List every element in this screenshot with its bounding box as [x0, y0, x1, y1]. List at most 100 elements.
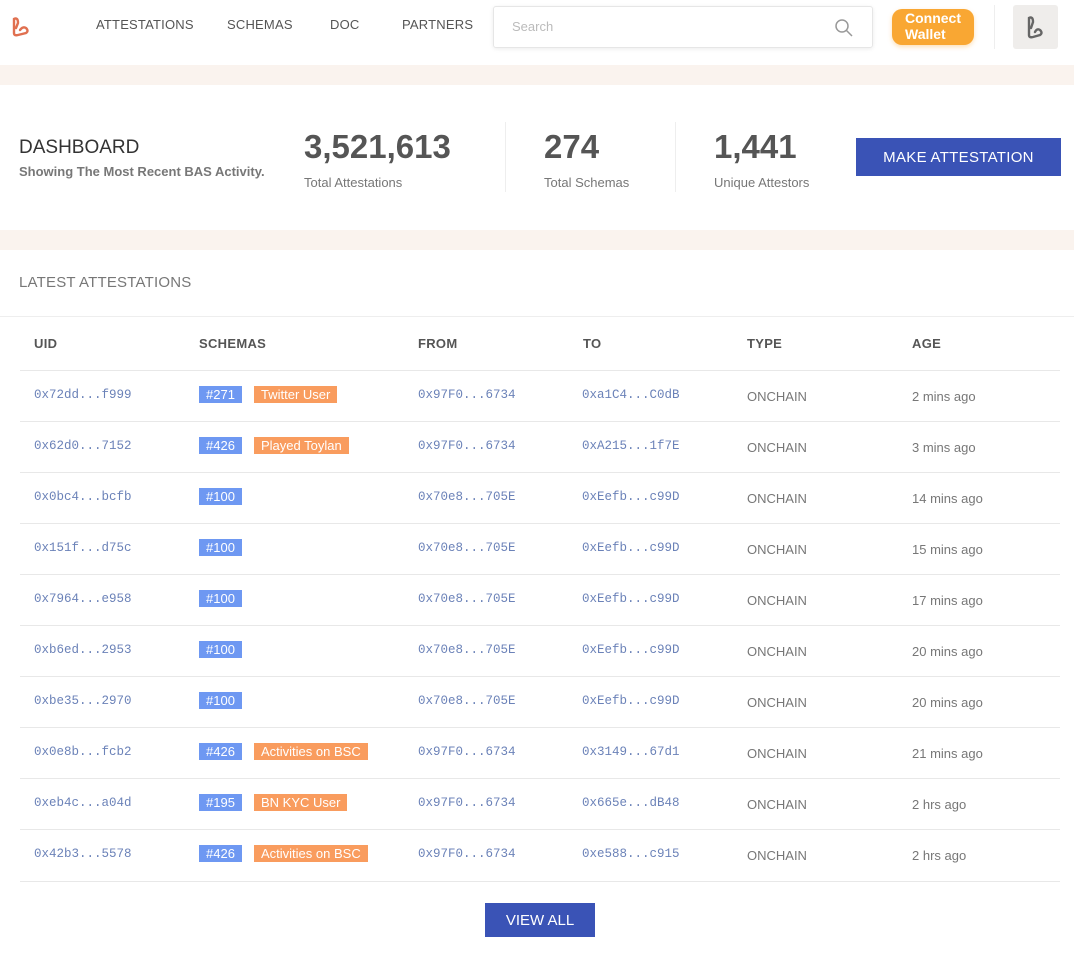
uid-link[interactable]: 0xeb4c...a04d: [34, 796, 132, 810]
uid-link[interactable]: 0x151f...d75c: [34, 541, 132, 555]
from-address-link[interactable]: 0x70e8...705E: [418, 694, 516, 708]
to-address-link[interactable]: 0xEefb...c99D: [582, 592, 680, 606]
to-address-link[interactable]: 0xEefb...c99D: [582, 490, 680, 504]
to-address-link[interactable]: 0xA215...1f7E: [582, 439, 680, 453]
from-address-link[interactable]: 0x97F0...6734: [418, 439, 516, 453]
uid-link[interactable]: 0x42b3...5578: [34, 847, 132, 861]
type-label: ONCHAIN: [747, 695, 807, 710]
schema-name-badge[interactable]: BN KYC User: [254, 794, 348, 811]
table-row: 0x42b3...5578 #426 Activities on BSC 0x97F…: [20, 829, 1060, 880]
from-address-link[interactable]: 0x70e8...705E: [418, 490, 516, 504]
schema-id-badge[interactable]: #100: [199, 488, 242, 505]
nav-schemas[interactable]: SCHEMAS: [227, 17, 293, 32]
column-header-to: TO: [583, 336, 602, 351]
table-row: 0xbe35...2970 #100 0x70e8...705E 0xEefb..…: [20, 676, 1060, 727]
to-address-link[interactable]: 0xEefb...c99D: [582, 643, 680, 657]
stat-label: Total Schemas: [544, 175, 630, 190]
schema-name-badge[interactable]: Activities on BSC: [254, 845, 368, 862]
divider: [505, 122, 506, 192]
make-attestation-button[interactable]: MAKE ATTESTATION: [856, 138, 1061, 176]
uid-link[interactable]: 0xb6ed...2953: [34, 643, 132, 657]
uid-link[interactable]: 0xbe35...2970: [34, 694, 132, 708]
to-address-link[interactable]: 0x665e...dB48: [582, 796, 680, 810]
from-address-link[interactable]: 0x97F0...6734: [418, 388, 516, 402]
uid-link[interactable]: 0x0e8b...fcb2: [34, 745, 132, 759]
stat-label: Unique Attestors: [714, 175, 810, 190]
search-input[interactable]: [512, 19, 812, 34]
schema-name-badge[interactable]: Twitter User: [254, 386, 338, 403]
age-label: 14 mins ago: [912, 491, 983, 506]
divider: [20, 881, 1060, 882]
stat-value: 3,521,613: [304, 128, 451, 165]
column-header-uid: UID: [34, 336, 58, 351]
uid-link[interactable]: 0x62d0...7152: [34, 439, 132, 453]
header: ATTESTATIONS SCHEMAS DOC PARTNERS Connec…: [0, 0, 1074, 65]
schema-name-badge[interactable]: Activities on BSC: [254, 743, 368, 760]
table-row: 0x72dd...f999 #271 Twitter User 0x97F0...6…: [20, 370, 1060, 421]
type-label: ONCHAIN: [747, 644, 807, 659]
type-label: ONCHAIN: [747, 542, 807, 557]
type-label: ONCHAIN: [747, 746, 807, 761]
age-label: 15 mins ago: [912, 542, 983, 557]
type-label: ONCHAIN: [747, 440, 807, 455]
column-header-age: AGE: [912, 336, 942, 351]
schema-id-badge[interactable]: #271: [199, 386, 242, 403]
to-address-link[interactable]: 0xEefb...c99D: [582, 541, 680, 555]
table-row: 0xeb4c...a04d #195 BN KYC User 0x97F0...67…: [20, 778, 1060, 829]
nav-doc[interactable]: DOC: [330, 17, 360, 32]
type-label: ONCHAIN: [747, 491, 807, 506]
table-row: 0xb6ed...2953 #100 0x70e8...705E 0xEefb..…: [20, 625, 1060, 676]
schema-id-badge[interactable]: #100: [199, 641, 242, 658]
column-header-schemas: SCHEMAS: [199, 336, 267, 351]
logo-icon: [1027, 16, 1043, 39]
table-row: 0x151f...d75c #100 0x70e8...705E 0xEefb..…: [20, 523, 1060, 574]
from-address-link[interactable]: 0x97F0...6734: [418, 847, 516, 861]
type-label: ONCHAIN: [747, 797, 807, 812]
type-label: ONCHAIN: [747, 848, 807, 863]
to-address-link[interactable]: 0x3149...67d1: [582, 745, 680, 759]
age-label: 2 hrs ago: [912, 797, 967, 812]
nav-attestations[interactable]: ATTESTATIONS: [96, 17, 194, 32]
column-header-type: TYPE: [747, 336, 783, 351]
search-icon[interactable]: [834, 18, 854, 38]
section-divider: [0, 65, 1074, 85]
age-label: 2 mins ago: [912, 389, 976, 404]
from-address-link[interactable]: 0x70e8...705E: [418, 541, 516, 555]
schema-id-badge[interactable]: #426: [199, 437, 242, 454]
search-box: [493, 6, 873, 48]
connect-wallet-button[interactable]: Connect Wallet: [892, 9, 974, 45]
to-address-link[interactable]: 0xa1C4...C0dB: [582, 388, 680, 402]
from-address-link[interactable]: 0x97F0...6734: [418, 745, 516, 759]
divider: [0, 316, 1074, 317]
schema-id-badge[interactable]: #426: [199, 743, 242, 760]
to-address-link[interactable]: 0xEefb...c99D: [582, 694, 680, 708]
from-address-link[interactable]: 0x70e8...705E: [418, 643, 516, 657]
schema-id-badge[interactable]: #426: [199, 845, 242, 862]
divider: [994, 5, 995, 49]
age-label: 17 mins ago: [912, 593, 983, 608]
stat-label: Total Attestations: [304, 175, 403, 190]
schema-name-badge[interactable]: Played Toylan: [254, 437, 349, 454]
table-row: 0x0bc4...bcfb #100 0x70e8...705E 0xEefb..…: [20, 472, 1060, 523]
uid-link[interactable]: 0x72dd...f999: [34, 388, 132, 402]
age-label: 21 mins ago: [912, 746, 983, 761]
to-address-link[interactable]: 0xe588...c915: [582, 847, 680, 861]
avatar[interactable]: [1013, 5, 1058, 49]
from-address-link[interactable]: 0x97F0...6734: [418, 796, 516, 810]
table-row: 0x0e8b...fcb2 #426 Activities on BSC 0x97F…: [20, 727, 1060, 778]
schema-id-badge[interactable]: #195: [199, 794, 242, 811]
logo-icon[interactable]: [10, 16, 30, 38]
divider: [675, 122, 676, 192]
stat-value: 274: [544, 128, 600, 165]
uid-link[interactable]: 0x7964...e958: [34, 592, 132, 606]
age-label: 20 mins ago: [912, 644, 983, 659]
schema-id-badge[interactable]: #100: [199, 590, 242, 607]
nav-partners[interactable]: PARTNERS: [402, 17, 473, 32]
view-all-button[interactable]: VIEW ALL: [485, 903, 595, 937]
uid-link[interactable]: 0x0bc4...bcfb: [34, 490, 132, 504]
from-address-link[interactable]: 0x70e8...705E: [418, 592, 516, 606]
schema-id-badge[interactable]: #100: [199, 692, 242, 709]
type-label: ONCHAIN: [747, 593, 807, 608]
schema-id-badge[interactable]: #100: [199, 539, 242, 556]
column-header-from: FROM: [418, 336, 458, 351]
